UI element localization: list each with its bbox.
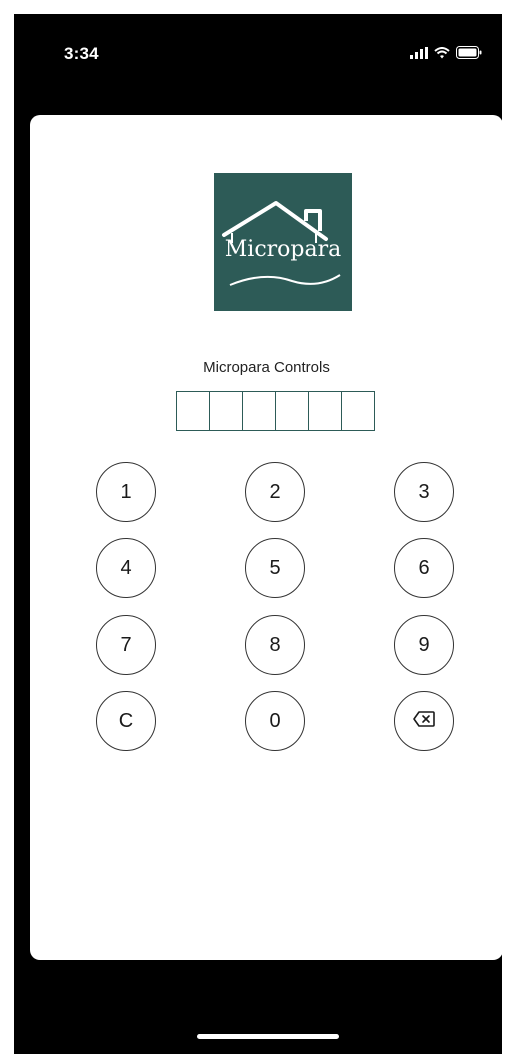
key-7[interactable]: 7 (96, 615, 156, 675)
battery-icon (456, 46, 482, 64)
pin-digit-box[interactable] (209, 391, 243, 431)
pin-digit-box[interactable] (308, 391, 342, 431)
status-bar: 3:34 (14, 14, 502, 114)
logo-text: Micropara (224, 237, 342, 262)
pin-digit-box[interactable] (275, 391, 309, 431)
key-5[interactable]: 5 (245, 538, 305, 598)
pin-digit-box[interactable] (242, 391, 276, 431)
key-8[interactable]: 8 (245, 615, 305, 675)
status-icons (410, 46, 482, 64)
micropara-logo: Micropara (214, 173, 352, 311)
key-0[interactable]: 0 (245, 691, 305, 751)
pin-digit-box[interactable] (341, 391, 375, 431)
status-time: 3:34 (64, 44, 99, 63)
pin-entry-sheet: Micropara Micropara Controls 1 2 3 4 5 6… (30, 115, 502, 960)
key-1[interactable]: 1 (96, 462, 156, 522)
phone-screen: 3:34 Micropara Micropara Controls 1 2 3 … (14, 14, 502, 1054)
pin-digit-box[interactable] (176, 391, 210, 431)
cellular-signal-icon (410, 46, 428, 64)
key-2[interactable]: 2 (245, 462, 305, 522)
clear-key[interactable]: C (96, 691, 156, 751)
key-9[interactable]: 9 (394, 615, 454, 675)
app-title: Micropara Controls (203, 359, 330, 376)
key-4[interactable]: 4 (96, 538, 156, 598)
backspace-icon (413, 710, 435, 733)
pin-input[interactable] (176, 391, 375, 431)
home-indicator[interactable] (197, 1034, 339, 1039)
key-6[interactable]: 6 (394, 538, 454, 598)
key-3[interactable]: 3 (394, 462, 454, 522)
backspace-key[interactable] (394, 691, 454, 751)
wifi-icon (434, 46, 450, 64)
